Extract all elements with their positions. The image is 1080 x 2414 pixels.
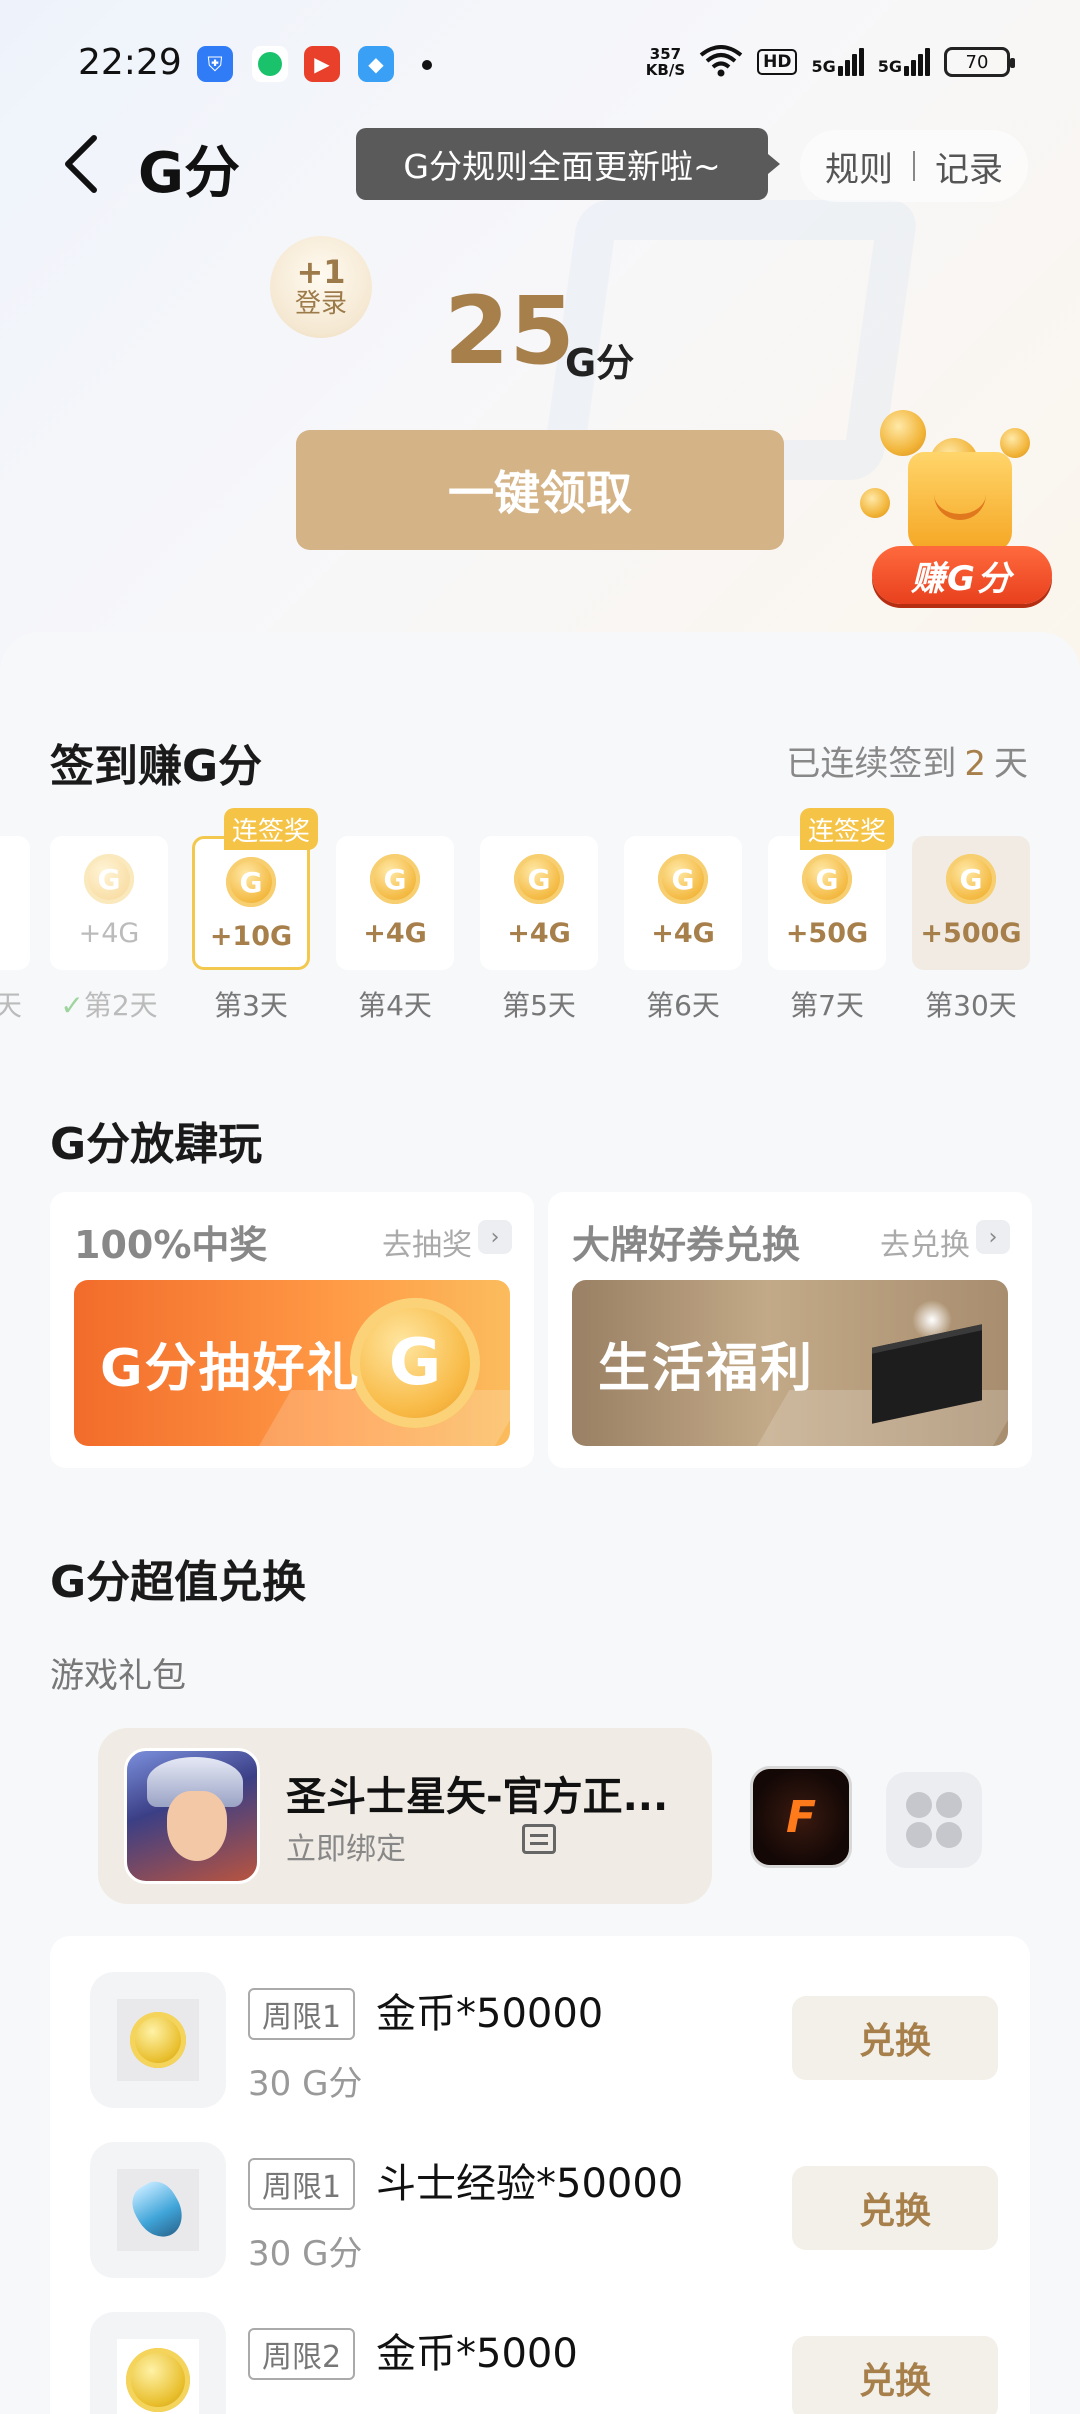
chevron-right-icon[interactable]: › bbox=[976, 1220, 1010, 1254]
saint-seiya-game-icon bbox=[124, 1748, 260, 1884]
status-right: 357 KB/S HD 5G 5G 70 bbox=[645, 40, 1015, 84]
rules-link[interactable]: 规则 bbox=[825, 142, 893, 191]
play-title: G分放肆玩 bbox=[50, 1119, 263, 1170]
exchange-button[interactable]: 兑换 bbox=[792, 2336, 998, 2414]
claim-all-button[interactable]: 一键领取 bbox=[296, 430, 784, 550]
checkin-day-3[interactable]: 连签奖 G +10G 第3天 bbox=[192, 808, 319, 1024]
chevron-right-icon[interactable]: › bbox=[478, 1220, 512, 1254]
check-icon: ✓ bbox=[60, 989, 84, 1022]
selected-game-card[interactable]: 圣斗士星矢-官方正... 立即绑定 bbox=[98, 1728, 712, 1904]
item-cost: 30 G分 bbox=[248, 2234, 363, 2274]
coin-icon bbox=[860, 488, 890, 518]
item-name: 金币*50000 bbox=[376, 1991, 604, 2037]
checkin-day-5: G +4G 第5天 bbox=[480, 836, 598, 1024]
exchange-title: G分超值兑换 bbox=[50, 1557, 307, 1608]
crossfire-game-icon[interactable]: F bbox=[750, 1766, 852, 1868]
exchange-button[interactable]: 兑换 bbox=[792, 2166, 998, 2250]
g-coin-icon: G bbox=[84, 854, 134, 904]
gold-coin-item-icon bbox=[90, 2312, 226, 2414]
list-item: 周限1 金币*50000 30 G分 兑换 bbox=[50, 1936, 1030, 2108]
net-speed: 357 KB/S bbox=[645, 45, 686, 79]
life-benefits-banner[interactable]: 生活福利 bbox=[572, 1280, 1008, 1446]
list-item: 周限1 斗士经验*50000 30 G分 兑换 bbox=[50, 2106, 1030, 2278]
item-name: 斗士经验*50000 bbox=[376, 2161, 684, 2207]
checkin-title: 签到赚G分 bbox=[50, 741, 263, 792]
wifi-icon bbox=[699, 43, 743, 81]
go-exchange-link[interactable]: 去兑换 bbox=[880, 1220, 970, 1264]
points-value: 25 bbox=[444, 277, 575, 386]
weekly-limit-tag: 周限2 bbox=[248, 2328, 356, 2380]
item-cost: 30 G分 bbox=[248, 2064, 363, 2104]
coupon-card-title: 大牌好券兑换 bbox=[572, 1223, 801, 1267]
checkin-days: 天 G +4G ✓第2天 连签奖 G +10G 第3天 G +4G 第4天 G +4G … bbox=[0, 808, 1080, 1038]
checkin-day-7: 连签奖 G +50G 第7天 bbox=[768, 808, 895, 1024]
points-unit: G分 bbox=[565, 341, 635, 385]
rules-update-tooltip: G分规则全面更新啦~ bbox=[356, 128, 780, 200]
notification-dot bbox=[422, 60, 432, 70]
signal-icon: 5G bbox=[811, 48, 864, 76]
weekly-limit-tag: 周限1 bbox=[248, 2158, 356, 2210]
shopping-bag-icon bbox=[908, 452, 1012, 552]
earn-points-label: 赚G分 bbox=[872, 546, 1052, 604]
weekly-limit-tag: 周限1 bbox=[248, 1988, 356, 2040]
checkin-day-2: G +4G ✓第2天 bbox=[50, 836, 168, 1024]
list-item: 周限2 金币*5000 兑换 bbox=[50, 2276, 1030, 2414]
gift-list: 周限1 金币*50000 30 G分 兑换 周限1 斗士经验*50000 30 … bbox=[50, 1936, 1030, 2414]
status-time: 22:29 bbox=[78, 42, 182, 83]
go-lottery-link[interactable]: 去抽奖 bbox=[382, 1220, 472, 1264]
game-name: 圣斗士星矢-官方正... bbox=[286, 1774, 669, 1820]
page-title: G分 bbox=[138, 141, 240, 206]
exchange-button[interactable]: 兑换 bbox=[792, 1996, 998, 2080]
coin-icon bbox=[880, 410, 926, 456]
records-link[interactable]: 记录 bbox=[935, 142, 1003, 191]
checkin-day-6: G +4G 第6天 bbox=[624, 836, 742, 1024]
g-coin-icon: G bbox=[658, 854, 708, 904]
status-bar: 22:29 ⛨ ▶ ◆ 357 KB/S HD 5G 5G 70 bbox=[0, 0, 1080, 130]
earn-points-entry[interactable]: 赚G分 bbox=[860, 408, 1060, 608]
shield-app-icon: ⛨ bbox=[197, 46, 233, 82]
checkin-day-1: 天 bbox=[0, 836, 30, 1024]
checkin-streak: 已连续签到 2 天 bbox=[786, 744, 1028, 784]
g-coin-icon: G bbox=[946, 854, 996, 904]
checkin-day-4: G +4G 第4天 bbox=[336, 836, 454, 1024]
bind-card-icon[interactable] bbox=[522, 1824, 556, 1854]
header-links: 规则 记录 bbox=[800, 130, 1028, 202]
signal-icon-2: 5G bbox=[878, 48, 930, 76]
g-coin-icon: G bbox=[226, 857, 276, 907]
bind-now-link[interactable]: 立即绑定 bbox=[286, 1824, 406, 1868]
potion-item-icon bbox=[90, 2142, 226, 2278]
back-arrow-icon[interactable] bbox=[58, 132, 106, 196]
lottery-card-title: 100%中奖 bbox=[74, 1223, 268, 1267]
game-gifts-subtitle: 游戏礼包 bbox=[50, 1656, 186, 1696]
divider bbox=[913, 151, 915, 181]
item-name: 金币*5000 bbox=[376, 2331, 578, 2377]
g-coin-icon: G bbox=[802, 854, 852, 904]
lottery-card[interactable]: 100%中奖 去抽奖 › G G分抽好礼 bbox=[50, 1192, 534, 1468]
lottery-banner[interactable]: G G分抽好礼 bbox=[74, 1280, 510, 1446]
login-bonus-badge: +1 登录 bbox=[270, 236, 372, 338]
streak-reward-tag: 连签奖 bbox=[800, 808, 895, 850]
more-games-icon[interactable] bbox=[886, 1772, 982, 1868]
coupon-card[interactable]: 大牌好券兑换 去兑换 › 生活福利 bbox=[548, 1192, 1032, 1468]
battery-icon: 70 bbox=[944, 47, 1015, 77]
g-coin-icon: G bbox=[514, 854, 564, 904]
g-coin-icon: G bbox=[370, 854, 420, 904]
hd-icon: HD bbox=[757, 49, 798, 75]
chat-app-icon bbox=[252, 46, 288, 82]
video-app-icon: ▶ bbox=[304, 46, 340, 82]
browser-app-icon: ◆ bbox=[358, 46, 394, 82]
gold-coin-item-icon bbox=[90, 1972, 226, 2108]
checkin-day-30: G +500G 第30天 bbox=[912, 836, 1030, 1024]
streak-reward-tag: 连签奖 bbox=[224, 808, 319, 850]
g-coin-icon: G bbox=[350, 1298, 480, 1428]
